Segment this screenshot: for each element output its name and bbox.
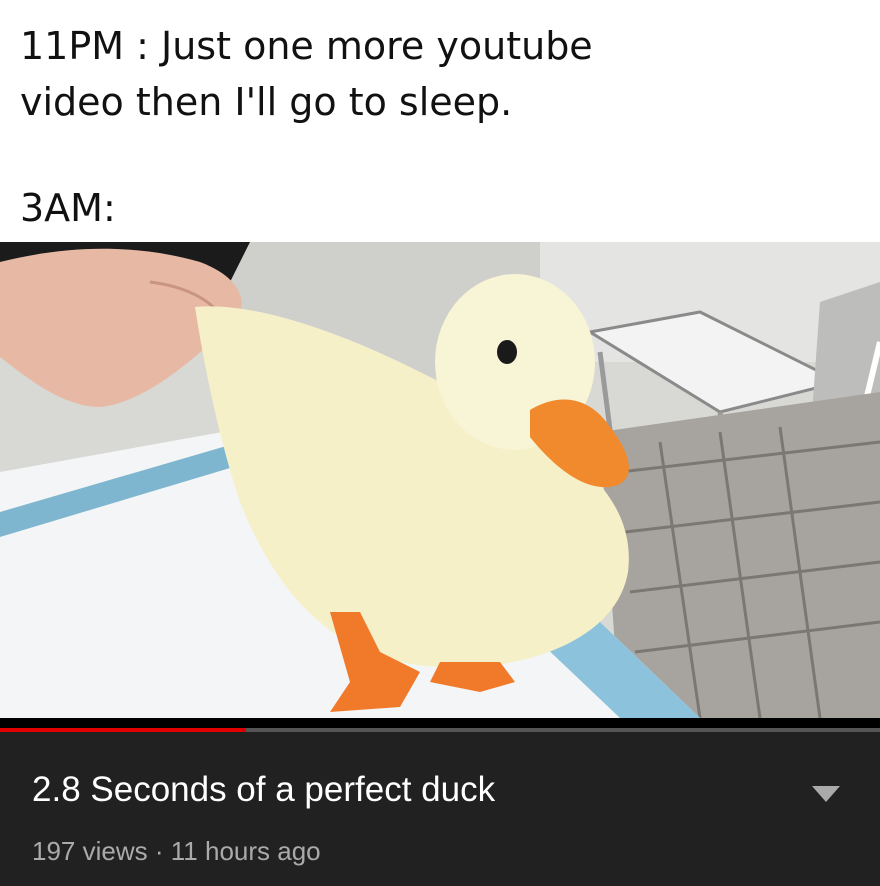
caption-line-2: video then I'll go to sleep. [20, 80, 513, 124]
video-player[interactable] [0, 242, 880, 718]
progress-bar[interactable] [0, 718, 880, 732]
chevron-down-icon[interactable] [808, 782, 844, 806]
view-count: 197 views [32, 836, 148, 866]
video-meta: 197 views · 11 hours ago [32, 836, 321, 867]
video-title[interactable]: 2.8 Seconds of a perfect duck [32, 770, 495, 810]
duck-video-frame [0, 242, 880, 718]
meme-caption: 11PM : Just one more youtube video then … [0, 0, 880, 242]
caption-line-3: 3AM: [20, 186, 116, 230]
video-info-panel: 2.8 Seconds of a perfect duck 197 views … [0, 732, 880, 886]
meta-separator: · [154, 836, 164, 866]
upload-age: 11 hours ago [170, 836, 321, 866]
caption-line-1: 11PM : Just one more youtube [20, 24, 593, 68]
